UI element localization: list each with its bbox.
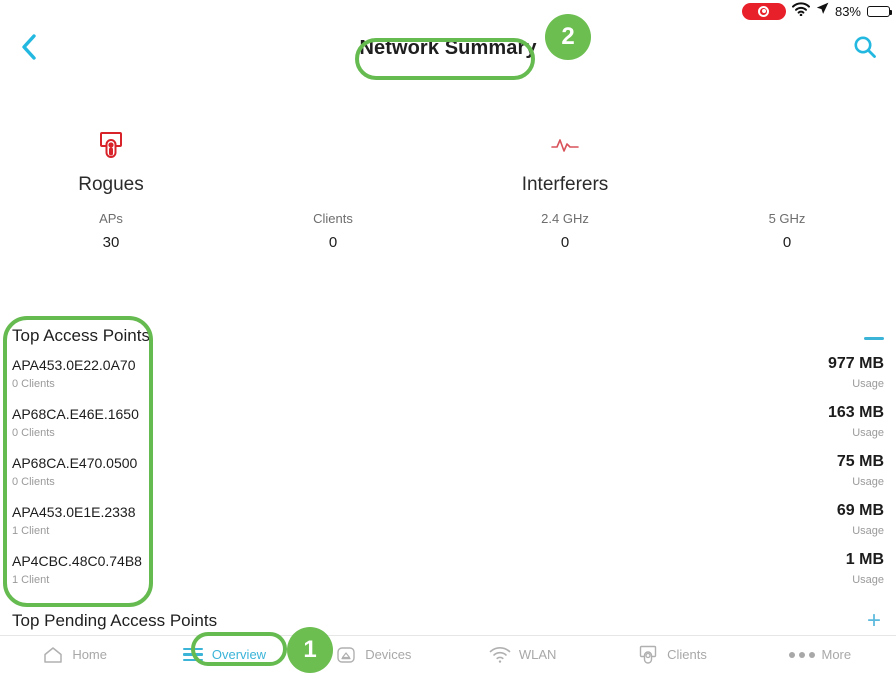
expand-button[interactable]: + <box>862 609 886 633</box>
tab-bar: Home Overview Devices WLAN Clients More <box>0 636 896 673</box>
summary-row: Rogues APs 30 Clients 0 Interferers 2.4 … <box>0 96 896 266</box>
collapse-button[interactable] <box>862 329 886 347</box>
access-point-usage-label: Usage <box>852 574 884 586</box>
access-point-usage-label: Usage <box>852 427 884 439</box>
top-pending-access-points-title: Top Pending Access Points <box>12 611 218 630</box>
annotation-badge-1: 1 <box>287 627 333 673</box>
search-icon <box>854 36 876 58</box>
list-item[interactable]: AP4CBC.48C0.74B8 1 Client 1 MB Usage <box>0 550 896 599</box>
location-arrow-icon <box>816 2 829 20</box>
summary-stat-value-aps: 30 <box>102 234 120 251</box>
list-item[interactable]: AP68CA.E470.0500 0 Clients 75 MB Usage <box>0 452 896 501</box>
access-point-name: APA453.0E1E.2338 <box>12 504 136 520</box>
top-access-points-card: Top Access Points APA453.0E22.0A70 0 Cli… <box>0 318 896 608</box>
access-point-clients: 0 Clients <box>12 476 55 488</box>
ellipsis-icon <box>789 645 816 665</box>
search-button[interactable] <box>846 28 884 66</box>
access-point-usage-label: Usage <box>852 476 884 488</box>
record-indicator-icon <box>741 2 786 20</box>
battery-percentage: 83% <box>834 3 861 19</box>
list-item[interactable]: AP68CA.E46E.1650 0 Clients 163 MB Usage <box>0 403 896 452</box>
summary-card-interferers[interactable]: Interferers 2.4 GHz 0 <box>454 96 676 266</box>
tab-label: More <box>821 647 852 662</box>
minus-icon <box>864 336 884 340</box>
devices-icon <box>335 645 357 665</box>
access-point-usage-label: Usage <box>852 525 884 537</box>
tab-label: Devices <box>365 647 412 662</box>
tab-clients[interactable]: Clients <box>597 636 746 673</box>
access-point-clients: 0 Clients <box>12 427 55 439</box>
rogues-icon <box>0 128 222 162</box>
access-point-usage-value: 977 MB <box>827 355 884 372</box>
access-point-name: AP4CBC.48C0.74B8 <box>12 553 142 569</box>
page-title: Network Summary <box>359 36 537 59</box>
access-point-clients: 1 Client <box>12 525 50 537</box>
access-point-clients: 0 Clients <box>12 378 55 390</box>
summary-card-name: Interferers <box>521 174 609 195</box>
interferers-icon <box>454 128 676 162</box>
network-summary-screen: 83% Network Summary 2 Rogues APs 30 Clie… <box>0 0 896 673</box>
summary-card-name: Rogues <box>78 174 144 195</box>
summary-stat-label-5ghz: 5 GHz <box>768 211 806 226</box>
list-item[interactable]: APA453.0E1E.2338 1 Client 69 MB Usage <box>0 501 896 550</box>
annotation-badge-2: 2 <box>545 14 591 60</box>
access-point-name: AP68CA.E46E.1650 <box>12 406 139 422</box>
access-point-clients: 1 Client <box>12 574 50 586</box>
list-icon <box>182 645 204 665</box>
access-point-usage-value: 69 MB <box>836 502 884 519</box>
nav-bar: Network Summary <box>0 22 896 80</box>
access-point-usage-value: 1 MB <box>845 551 884 568</box>
battery-icon <box>867 5 892 17</box>
tab-more[interactable]: More <box>747 636 896 673</box>
access-point-name: AP68CA.E470.0500 <box>12 455 138 471</box>
tab-home[interactable]: Home <box>0 636 149 673</box>
summary-stat-label-clients: Clients <box>313 211 353 226</box>
summary-card-clients[interactable]: Clients 0 <box>222 96 444 266</box>
summary-stat-value-clients: 0 <box>328 234 338 251</box>
summary-stat-label-24ghz: 2.4 GHz <box>541 211 589 226</box>
access-point-usage-value: 75 MB <box>836 453 884 470</box>
summary-stat-value-24ghz: 0 <box>560 234 570 251</box>
top-access-points-title: Top Access Points <box>12 326 150 345</box>
clients-icon <box>637 645 659 665</box>
list-item[interactable]: APA453.0E22.0A70 0 Clients 977 MB Usage <box>0 354 896 403</box>
tab-wlan[interactable]: WLAN <box>448 636 597 673</box>
tab-label: Overview <box>211 647 267 662</box>
tab-label: Home <box>72 647 107 662</box>
wifi-icon <box>791 1 810 21</box>
access-point-list: APA453.0E22.0A70 0 Clients 977 MB Usage … <box>0 354 896 599</box>
access-point-usage-label: Usage <box>852 378 884 390</box>
status-bar: 83% <box>0 0 896 22</box>
summary-stat-label-aps: APs <box>99 211 123 226</box>
wifi-icon <box>489 645 511 665</box>
access-point-name: APA453.0E22.0A70 <box>12 357 136 373</box>
summary-stat-value-5ghz: 0 <box>782 234 792 251</box>
top-pending-access-points-row[interactable]: Top Pending Access Points + <box>0 608 896 636</box>
status-bar-carrier-text <box>8 1 113 15</box>
tab-label: Clients <box>667 647 707 662</box>
home-icon <box>42 645 64 665</box>
summary-card-5ghz[interactable]: 5 GHz 0 <box>676 96 896 266</box>
access-point-usage-value: 163 MB <box>827 404 884 421</box>
status-bar-indicators: 83% <box>741 0 892 22</box>
summary-card-rogues[interactable]: Rogues APs 30 <box>0 96 222 266</box>
tab-label: WLAN <box>518 647 557 662</box>
tab-overview[interactable]: Overview <box>149 636 298 673</box>
